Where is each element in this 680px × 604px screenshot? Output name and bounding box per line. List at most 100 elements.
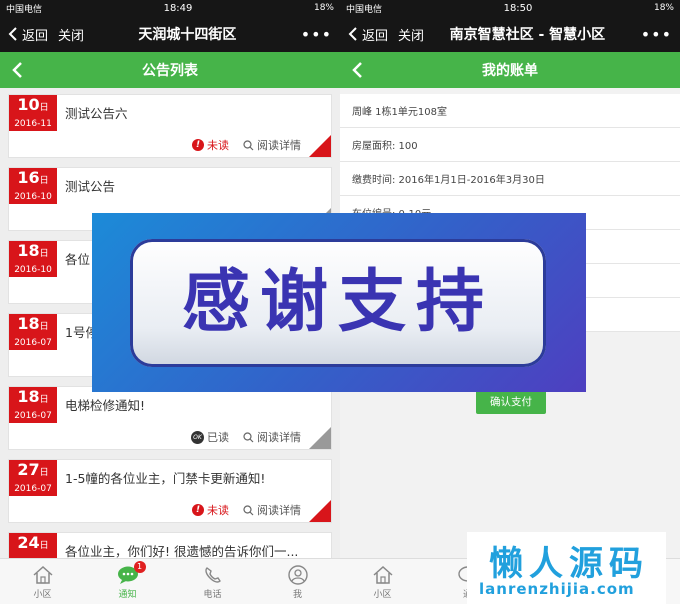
read-status: ! 未读 (192, 137, 229, 153)
search-icon (243, 139, 254, 150)
section-title: 公告列表 (142, 63, 198, 79)
status-corner (309, 427, 331, 449)
close-button[interactable]: 关闭 (58, 25, 84, 44)
date-day: 10 (17, 95, 40, 114)
notice-item[interactable]: 27日 2016-07 1-5幢的各位业主，门禁卡更新通知!! 未读 阅读详情 (8, 459, 332, 523)
more-menu-button[interactable]: ••• (641, 25, 672, 44)
date-day-unit: 日 (39, 176, 49, 186)
bill-row-owner: 周峰 1栋1单元108室 (340, 94, 680, 128)
tab-label: 我 (292, 590, 302, 600)
tab-label: 小区 (373, 590, 392, 600)
back-label: 返回 (22, 28, 49, 44)
status-corner (309, 500, 331, 522)
date-day: 18 (17, 241, 40, 260)
watermark-title: 懒人源码 (489, 544, 649, 584)
page-title: 天润城十四街区 (138, 27, 237, 43)
phone-icon (204, 567, 221, 583)
date-day-unit: 日 (39, 541, 49, 551)
section-header: 我的账单 (340, 52, 680, 88)
notice-title: 电梯检修通知! (65, 398, 146, 413)
bill-row-area: 房屋面积: 100 (340, 128, 680, 162)
notice-meta: OK 已读 阅读详情 (191, 429, 301, 445)
date-badge: 27日 2016-07 (9, 460, 57, 496)
date-year-month: 2016-07 (14, 338, 52, 348)
unread-count-badge: 1 (133, 561, 146, 573)
date-day: 27 (17, 460, 40, 479)
confirm-pay-button[interactable]: 确认支付 (476, 390, 546, 414)
search-icon (243, 504, 254, 515)
date-badge: 18日 2016-07 (9, 314, 57, 350)
bottom-tab-bar: 小区 1 通知 电话 我 (0, 558, 340, 604)
tab-community[interactable]: 小区 (340, 559, 425, 604)
home-icon (373, 565, 392, 584)
carrier-label: 中国电信 (6, 4, 43, 15)
chevron-left-icon (8, 27, 17, 41)
read-detail-label: 阅读详情 (257, 431, 301, 444)
banner-plate: 感谢支持 (130, 239, 546, 367)
date-badge: 16日 2016-10 (9, 168, 57, 204)
date-year-month: 2016-07 (14, 484, 52, 494)
date-day-unit: 日 (39, 468, 49, 478)
date-year-month: 2016-10 (14, 192, 52, 202)
clock-label: 18:49 (163, 2, 193, 14)
banner-text: 感谢支持 (181, 263, 494, 342)
date-year-month: 2016-10 (14, 265, 52, 275)
tab-label: 通知 (118, 590, 137, 600)
status-corner (309, 135, 331, 157)
alert-icon: ! (192, 504, 204, 516)
status-bar: 中国电信 18:49 18% (0, 0, 340, 16)
notice-title: 1-5幢的各位业主，门禁卡更新通知! (65, 471, 266, 486)
clock-label: 18:50 (503, 2, 533, 14)
thanks-banner: 感谢支持 (92, 213, 586, 392)
notice-title: 测试公告六 (65, 106, 128, 121)
notice-meta: ! 未读 阅读详情 (192, 137, 301, 153)
carrier-label: 中国电信 (346, 4, 383, 15)
chevron-left-icon[interactable] (8, 60, 28, 80)
tab-phone[interactable]: 电话 (170, 559, 255, 604)
chevron-left-icon[interactable] (348, 60, 368, 80)
user-icon (287, 565, 308, 585)
read-status-label: 未读 (207, 504, 229, 517)
read-detail-link[interactable]: 阅读详情 (243, 502, 301, 518)
read-detail-link[interactable]: 阅读详情 (243, 137, 301, 153)
date-badge: 10日 2016-11 (9, 95, 57, 131)
battery-label: 18% (313, 3, 334, 13)
read-status-label: 已读 (207, 431, 229, 444)
date-day: 18 (17, 387, 40, 406)
chevron-left-icon (348, 27, 357, 41)
wechat-nav-bar: 返回 关闭 天润城十四街区 ••• (0, 16, 340, 52)
tab-label: 小区 (33, 590, 52, 600)
alert-icon: ! (192, 139, 204, 151)
bill-row-period: 缴费时间: 2016年1月1日-2016年3月30日 (340, 162, 680, 196)
page-title: 南京智慧社区 - 智慧小区 (449, 27, 606, 43)
date-day-unit: 日 (39, 322, 49, 332)
notice-title: 测试公告 (65, 179, 116, 194)
read-detail-link[interactable]: 阅读详情 (243, 429, 301, 445)
date-day-unit: 日 (39, 395, 49, 405)
tab-me[interactable]: 我 (255, 559, 340, 604)
notice-meta: ! 未读 阅读详情 (192, 502, 301, 518)
date-year-month: 2016-07 (14, 411, 52, 421)
read-status: OK 已读 (191, 429, 229, 445)
date-day-unit: 日 (39, 249, 49, 259)
read-status: ! 未读 (192, 502, 229, 518)
battery-label: 18% (653, 3, 674, 13)
tab-notices[interactable]: 1 通知 (85, 559, 170, 604)
home-icon (33, 565, 52, 584)
close-button[interactable]: 关闭 (398, 25, 424, 44)
status-bar: 中国电信 18:50 18% (340, 0, 680, 16)
ok-icon: OK (191, 430, 204, 444)
back-button[interactable]: 返回 (348, 25, 388, 44)
watermark: 懒人源码 lanrenzhijia.com (467, 532, 666, 604)
notice-item[interactable]: 18日 2016-07 电梯检修通知! OK 已读 阅读详情 (8, 386, 332, 450)
tab-community[interactable]: 小区 (0, 559, 85, 604)
back-button[interactable]: 返回 (8, 25, 48, 44)
more-menu-button[interactable]: ••• (301, 25, 332, 44)
screenshot-canvas: 中国电信 18:49 18% 返回 关闭 天润城十四街区 ••• 公告列表 10… (0, 0, 680, 604)
search-icon (243, 431, 254, 442)
back-label: 返回 (362, 28, 389, 44)
notice-item[interactable]: 10日 2016-11 测试公告六 ! 未读 阅读详情 (8, 94, 332, 158)
date-day: 24 (17, 533, 40, 552)
section-title: 我的账单 (482, 63, 538, 79)
date-badge: 18日 2016-07 (9, 387, 57, 423)
